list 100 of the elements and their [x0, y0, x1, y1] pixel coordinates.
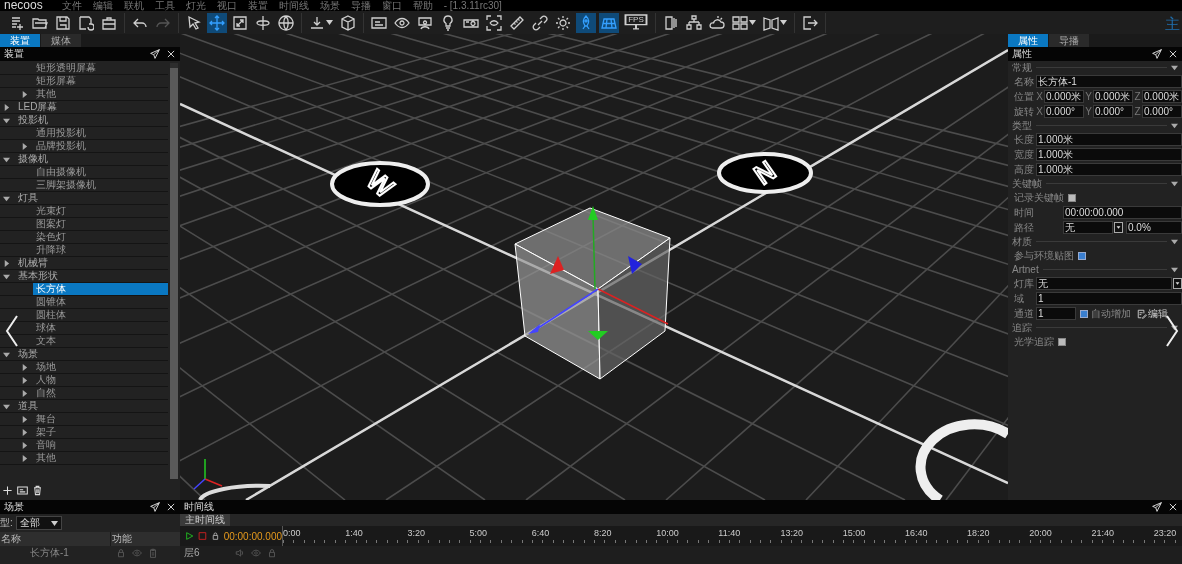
grid-button[interactable] [599, 12, 619, 33]
tree-item[interactable]: 摄像机 [0, 153, 168, 166]
collapse-arrow-icon[interactable] [1171, 122, 1178, 129]
number-field[interactable]: 0.000° [1093, 105, 1133, 118]
tree-item[interactable]: 染色灯 [0, 231, 168, 244]
menu-item[interactable]: 文件 [61, 1, 82, 11]
edit-button[interactable]: 编辑 [1137, 306, 1168, 321]
collapse-arrow-icon[interactable] [1171, 180, 1178, 187]
object-name[interactable]: 长方体-1 [0, 546, 69, 560]
panel-tab[interactable]: 装置 [0, 34, 40, 47]
text-field[interactable]: 长方体-1 [1036, 75, 1182, 88]
expand-arrow-icon[interactable] [21, 428, 28, 436]
tree-item[interactable]: 品牌投影机 [0, 140, 168, 153]
expand-arrow-icon[interactable] [3, 103, 10, 111]
collapse-arrow-icon[interactable] [1171, 64, 1178, 71]
scrollbar[interactable] [170, 63, 178, 479]
tree-item[interactable]: 舞台 [0, 413, 168, 426]
collapse-arrow-icon[interactable] [3, 155, 10, 163]
add-button[interactable] [2, 484, 13, 496]
tree-item[interactable]: 图案灯 [0, 218, 168, 231]
expand-arrow-icon[interactable] [21, 454, 28, 462]
collapse-arrow-icon[interactable] [3, 272, 10, 280]
pin-button[interactable] [1152, 49, 1162, 59]
tree-item[interactable]: 机械臂 [0, 257, 168, 270]
tree-item[interactable]: 文本 [0, 335, 168, 348]
column-header[interactable]: 功能 [111, 532, 132, 546]
collapse-arrow-icon[interactable] [3, 116, 10, 124]
menu-item[interactable]: 窗口 [381, 1, 402, 11]
collapse-arrow-icon[interactable] [3, 194, 10, 202]
percent-field[interactable]: 0.0% [1126, 221, 1182, 234]
expand-arrow-icon[interactable] [21, 142, 28, 150]
pin-button[interactable] [150, 49, 160, 59]
tree-item[interactable]: 通用投影机 [0, 127, 168, 140]
checkbox[interactable] [1080, 309, 1088, 318]
collapse-arrow-icon[interactable] [1171, 238, 1178, 245]
time-field[interactable]: 00:00:00.000 [1063, 206, 1182, 219]
library-dropdown[interactable]: 无 [1036, 277, 1172, 290]
tree-item[interactable]: 道具 [0, 400, 168, 413]
menu-item[interactable]: 场景 [319, 1, 340, 11]
menu-item[interactable]: 灯光 [185, 1, 206, 11]
tree-item[interactable]: 升降球 [0, 244, 168, 257]
tree-item[interactable]: 其他 [0, 88, 168, 101]
menu-item[interactable]: 时间线 [278, 1, 309, 11]
layer-name[interactable]: 层6 [180, 546, 235, 560]
menu-item[interactable]: 视口 [216, 1, 237, 11]
number-field[interactable]: 0.000° [1142, 105, 1182, 118]
expand-arrow-icon[interactable] [21, 376, 28, 384]
pin-button[interactable] [1152, 502, 1162, 512]
checkbox[interactable] [1058, 337, 1066, 346]
panel-tab[interactable]: 属性 [1008, 34, 1048, 47]
tree-item[interactable]: 架子 [0, 426, 168, 439]
tree-item[interactable]: 场地 [0, 361, 168, 374]
text-field[interactable]: 1.000米 [1036, 163, 1182, 176]
focus-button[interactable] [484, 12, 504, 33]
expand-arrow-icon[interactable] [21, 389, 28, 397]
number-field[interactable]: 0.000米 [1142, 90, 1182, 103]
expand-arrow-icon[interactable] [21, 415, 28, 423]
tree-item[interactable]: 音响 [0, 439, 168, 452]
tree-item[interactable]: 灯具 [0, 192, 168, 205]
tree-item[interactable]: 自然 [0, 387, 168, 400]
menu-item[interactable]: 工具 [154, 1, 175, 11]
card-button[interactable] [17, 484, 28, 496]
checkbox[interactable] [1068, 193, 1076, 202]
tree-item[interactable]: 其他 [0, 452, 168, 465]
panel-tab[interactable]: 导播 [1049, 34, 1089, 47]
rocket-button[interactable] [576, 12, 596, 33]
tree-item[interactable]: 自由摄像机 [0, 166, 168, 179]
close-button[interactable] [166, 49, 176, 59]
pin-button[interactable] [150, 502, 160, 512]
panel-tab[interactable]: 媒体 [41, 34, 81, 47]
expand-arrow-icon[interactable] [21, 363, 28, 371]
close-button[interactable] [1168, 49, 1178, 59]
tree-item[interactable]: 圆锥体 [0, 296, 168, 309]
column-header[interactable]: 名称 [0, 532, 111, 546]
menu-item[interactable]: 帮助 [412, 1, 433, 11]
monitor-button[interactable]: FPS [622, 12, 650, 33]
channel-field[interactable]: 1 [1036, 307, 1076, 320]
tree-item[interactable]: 圆柱体 [0, 309, 168, 322]
tree-item[interactable]: 三脚架摄像机 [0, 179, 168, 192]
tree-item[interactable]: 光束灯 [0, 205, 168, 218]
text-field[interactable]: 1.000米 [1036, 133, 1182, 146]
tree-item[interactable]: 矩形透明屏幕 [0, 62, 168, 75]
menu-item[interactable]: 编辑 [92, 1, 113, 11]
network-button[interactable] [684, 12, 704, 33]
tree-item[interactable]: 场景 [0, 348, 168, 361]
globe-button[interactable] [276, 12, 296, 33]
text-field[interactable]: 1 [1036, 292, 1182, 305]
menu-item[interactable]: 装置 [247, 1, 268, 11]
tree-item[interactable]: 矩形屏幕 [0, 75, 168, 88]
type-dropdown[interactable]: 全部 [15, 516, 62, 530]
move-button[interactable] [207, 12, 227, 33]
collapse-arrow-icon[interactable] [3, 350, 10, 358]
number-field[interactable]: 0.000米 [1044, 90, 1084, 103]
tree-item[interactable]: 投影机 [0, 114, 168, 127]
collapse-arrow-icon[interactable] [1171, 324, 1178, 331]
collapse-arrow-icon[interactable] [3, 402, 10, 410]
collapse-arrow-icon[interactable] [1171, 266, 1178, 273]
expand-arrow-icon[interactable] [3, 259, 10, 267]
text-field[interactable]: 1.000米 [1036, 148, 1182, 161]
tree-item[interactable]: 人物 [0, 374, 168, 387]
